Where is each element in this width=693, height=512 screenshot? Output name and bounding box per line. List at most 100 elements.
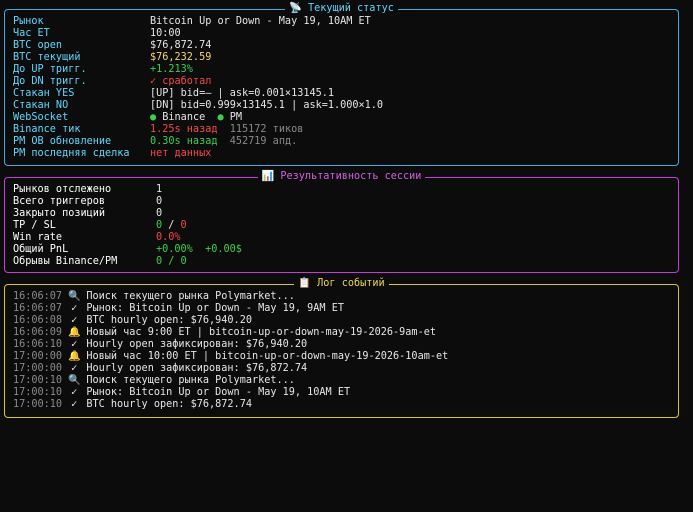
label: Win rate [13, 232, 63, 243]
pnl-percent: +0.00% [156, 244, 193, 255]
status-row-dn-trigger: До DN тригг. ✓ сработал [13, 76, 670, 88]
log-entry: 16:06:10 ✓ Hourly open зафиксирован: $76… [13, 339, 670, 351]
log-message: Рынок: Bitcoin Up or Down - May 19, 10AM… [86, 387, 351, 398]
log-entry: 16:06:08 ✓ BTC hourly open: $76,940.20 [13, 315, 670, 327]
btc-open-value: $76,872.74 [150, 40, 212, 51]
log-message: Поиск текущего рынка Polymarket... [86, 291, 295, 302]
status-row-book-yes: Стакан YES [UP] bid=– | ask=0.001×13145.… [13, 88, 670, 100]
label: Закрыто позиций [13, 208, 106, 219]
log-timestamp: 16:06:08 [13, 315, 63, 326]
log-message: Hourly open зафиксирован: $76,940.20 [86, 339, 308, 350]
status-row-pm-last: PM последняя сделка нет данных [13, 148, 670, 160]
pm-ob-count: 452719 апд. [229, 136, 298, 147]
log-message: Новый час 10:00 ET | bitcoin-up-or-down-… [86, 351, 449, 362]
log-entry: 17:00:10 🔍 Поиск текущего рынка Polymark… [13, 375, 670, 387]
log-entry: 17:00:10 ✓ Рынок: Bitcoin Up or Down - M… [13, 387, 670, 399]
session-row-triggers: Всего триггеров 0 [13, 196, 670, 208]
log-timestamp: 17:00:10 [13, 399, 63, 410]
event-log-panel[interactable]: 📋 Лог событий 16:06:07 🔍 Поиск текущего … [4, 278, 679, 418]
session-row-markets: Рынков отслежено 1 [13, 184, 670, 196]
log-entry: 17:00:00 ✓ Hourly open зафиксирован: $76… [13, 363, 670, 375]
log-message: BTC hourly open: $76,872.74 [86, 399, 252, 410]
log-entry: 16:06:09 🔔 Новый час 9:00 ET | bitcoin-u… [13, 327, 670, 339]
status-panel: 📡 Текущий статус Рынок Bitcoin Up or Dow… [4, 3, 679, 166]
pm-connected-dot-icon: ● [217, 112, 224, 123]
session-row-closed: Закрыто позиций 0 [13, 208, 670, 220]
bell-icon: 🔔 [68, 327, 81, 338]
label: До DN тригг. [13, 76, 87, 87]
pm-ws-label: PM [229, 112, 243, 123]
log-entry: 17:00:00 🔔 Новый час 10:00 ET | bitcoin-… [13, 351, 670, 363]
log-message: Рынок: Bitcoin Up or Down - May 19, 9AM … [86, 303, 344, 314]
binance-tick-age: 1.25s назад [150, 124, 218, 135]
binance-connected-dot-icon: ● [150, 112, 157, 123]
check-icon: ✓ [71, 303, 78, 314]
markets-value: 1 [156, 184, 163, 195]
binance-tick-count: 115172 тиков [229, 124, 304, 135]
log-timestamp: 16:06:10 [13, 339, 63, 350]
pm-last-value: нет данных [150, 148, 212, 159]
log-message: BTC hourly open: $76,940.20 [86, 315, 252, 326]
log-message: Hourly open зафиксирован: $76,872.74 [86, 363, 308, 374]
log-entry: 16:06:07 ✓ Рынок: Bitcoin Up or Down - M… [13, 303, 670, 315]
session-row-winrate: Win rate 0.0% [13, 232, 670, 244]
label: Рынок [13, 16, 44, 27]
label: PM последняя сделка [13, 148, 130, 159]
search-icon: 🔍 [68, 375, 81, 386]
check-icon: ✓ [71, 363, 78, 374]
sl-value: 0 [180, 220, 187, 231]
breaks-separator: / [162, 256, 181, 267]
label: Всего триггеров [13, 196, 106, 207]
session-row-tpsl: TP / SL 0 / 0 [13, 220, 670, 232]
label: PM OB обновление [13, 136, 112, 147]
log-timestamp: 17:00:00 [13, 351, 63, 362]
market-value: Bitcoin Up or Down - May 19, 10AM ET [150, 16, 371, 27]
session-row-pnl: Общий PnL +0.00% +0.00$ [13, 244, 670, 256]
log-message: Поиск текущего рынка Polymarket... [86, 375, 295, 386]
check-icon: ✓ [71, 315, 78, 326]
log-message: Новый час 9:00 ET | bitcoin-up-or-down-m… [86, 327, 436, 338]
winrate-value: 0.0% [156, 232, 181, 243]
pm-breaks-value: 0 [180, 256, 187, 267]
status-row-hour: Час ET 10:00 [13, 28, 670, 40]
btc-current-value: $76,232.59 [150, 52, 212, 63]
pm-ob-age: 0.30s назад [150, 136, 218, 147]
status-row-btc-open: BTC open $76,872.74 [13, 40, 670, 52]
log-panel-title: 📋 Лог событий [294, 278, 389, 289]
binance-ws-label: Binance [162, 112, 206, 123]
log-timestamp: 16:06:07 [13, 303, 63, 314]
up-trigger-value: +1.213% [150, 64, 193, 75]
log-entry: 16:06:07 🔍 Поиск текущего рынка Polymark… [13, 291, 670, 303]
book-yes-value: [UP] bid=– | ask=0.001×13145.1 [150, 88, 335, 99]
label: До UP тригг. [13, 64, 87, 75]
label: Обрывы Binance/PM [13, 256, 118, 267]
log-timestamp: 17:00:10 [13, 375, 63, 386]
hour-value: 10:00 [150, 28, 181, 39]
log-timestamp: 16:06:07 [13, 291, 63, 302]
log-list: 16:06:07 🔍 Поиск текущего рынка Polymark… [13, 291, 670, 411]
dn-trigger-value: ✓ сработал [150, 76, 212, 87]
status-row-btc-current: BTC текущий $76,232.59 [13, 52, 670, 64]
label: Рынков отслежено [13, 184, 112, 195]
closed-value: 0 [156, 208, 163, 219]
tpsl-separator: / [162, 220, 181, 231]
status-row-pm-ob: PM OB обновление 0.30s назад 452719 апд. [13, 136, 670, 148]
check-icon: ✓ [71, 339, 78, 350]
session-row-breaks: Обрывы Binance/PM 0 / 0 [13, 256, 670, 268]
status-row-book-no: Стакан NO [DN] bid=0.999×13145.1 | ask=1… [13, 100, 670, 112]
label: TP / SL [13, 220, 56, 231]
label: Стакан NO [13, 100, 69, 111]
label: Binance тик [13, 124, 81, 135]
status-panel-title: 📡 Текущий статус [285, 3, 398, 14]
log-entry: 17:00:10 ✓ BTC hourly open: $76,872.74 [13, 399, 670, 411]
label: BTC текущий [13, 52, 81, 63]
status-row-websocket: WebSocket ● Binance ● PM [13, 112, 670, 124]
label: Общий PnL [13, 244, 69, 255]
label: Стакан YES [13, 88, 75, 99]
label: BTC open [13, 40, 63, 51]
log-timestamp: 17:00:10 [13, 387, 63, 398]
session-panel: 📊 Результативность сессии Рынков отслеже… [4, 171, 679, 273]
book-no-value: [DN] bid=0.999×13145.1 | ask=1.000×1.0 [150, 100, 384, 111]
bell-icon: 🔔 [68, 351, 81, 362]
search-icon: 🔍 [68, 291, 81, 302]
